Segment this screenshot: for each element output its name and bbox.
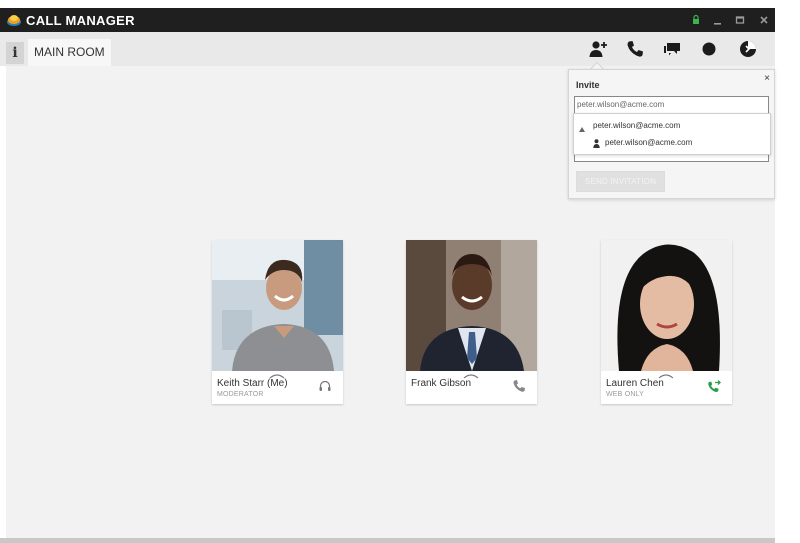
participant-card-frank[interactable]: Frank Gibson — [406, 240, 537, 404]
participant-role: WEB ONLY — [606, 391, 645, 398]
add-user-icon[interactable] — [587, 38, 609, 60]
invite-email-value: peter.wilson@acme.com — [577, 100, 665, 109]
close-icon[interactable]: × — [764, 73, 770, 84]
call-forward-icon[interactable] — [706, 378, 722, 394]
headset-icon[interactable] — [317, 378, 333, 394]
title-bar: CALL MANAGER — [0, 8, 775, 32]
phone-icon[interactable] — [511, 378, 527, 394]
participant-name: Keith Starr (Me) — [217, 378, 288, 389]
invite-title: Invite — [576, 80, 600, 90]
collapse-caret-icon[interactable] — [579, 127, 585, 132]
suggestion-item[interactable]: peter.wilson@acme.com — [605, 138, 692, 147]
participant-photo — [212, 240, 343, 371]
toolbar: i MAIN ROOM — [0, 32, 775, 66]
minimize-icon[interactable] — [710, 12, 726, 28]
chat-icon[interactable] — [661, 38, 683, 60]
send-invitation-button[interactable]: SEND INVITATION — [576, 171, 665, 192]
close-icon[interactable] — [756, 12, 772, 28]
participant-card-keith[interactable]: Keith Starr (Me) MODERATOR — [212, 240, 343, 404]
participant-card-lauren[interactable]: Lauren Chen WEB ONLY — [601, 240, 732, 404]
participant-role: MODERATOR — [217, 391, 264, 398]
invite-suggestions: peter.wilson@acme.com peter.wilson@acme.… — [573, 113, 771, 155]
share-screen-icon[interactable] — [737, 38, 759, 60]
participant-photo — [601, 240, 732, 371]
info-button[interactable]: i — [6, 42, 24, 64]
tab-main-room[interactable]: MAIN ROOM — [28, 39, 111, 66]
participant-name: Frank Gibson — [411, 378, 472, 389]
bottom-bar — [0, 538, 775, 543]
lock-icon[interactable] — [688, 12, 704, 28]
app-title: CALL MANAGER — [26, 13, 135, 28]
app-logo-icon — [6, 12, 22, 28]
maximize-icon[interactable] — [732, 12, 748, 28]
suggestion-group[interactable]: peter.wilson@acme.com — [593, 121, 680, 130]
call-manager-window: CALL MANAGER i MAIN ROOM Keith Starr (Me… — [0, 0, 800, 543]
person-icon — [593, 139, 600, 148]
phone-icon[interactable] — [624, 38, 646, 60]
participant-name: Lauren Chen — [606, 378, 664, 389]
participant-photo — [406, 240, 537, 371]
record-icon[interactable] — [698, 38, 720, 60]
